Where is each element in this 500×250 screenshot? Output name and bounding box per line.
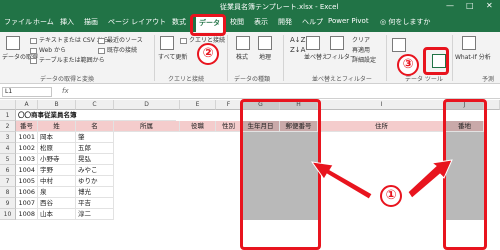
arrow-right-icon — [407, 159, 453, 199]
step-one-badge: ① — [380, 185, 402, 207]
annotation-arrows — [310, 159, 453, 200]
step-two-badge: ② — [197, 43, 219, 65]
arrow-left-icon — [310, 161, 373, 200]
step-three-badge: ③ — [397, 54, 419, 76]
